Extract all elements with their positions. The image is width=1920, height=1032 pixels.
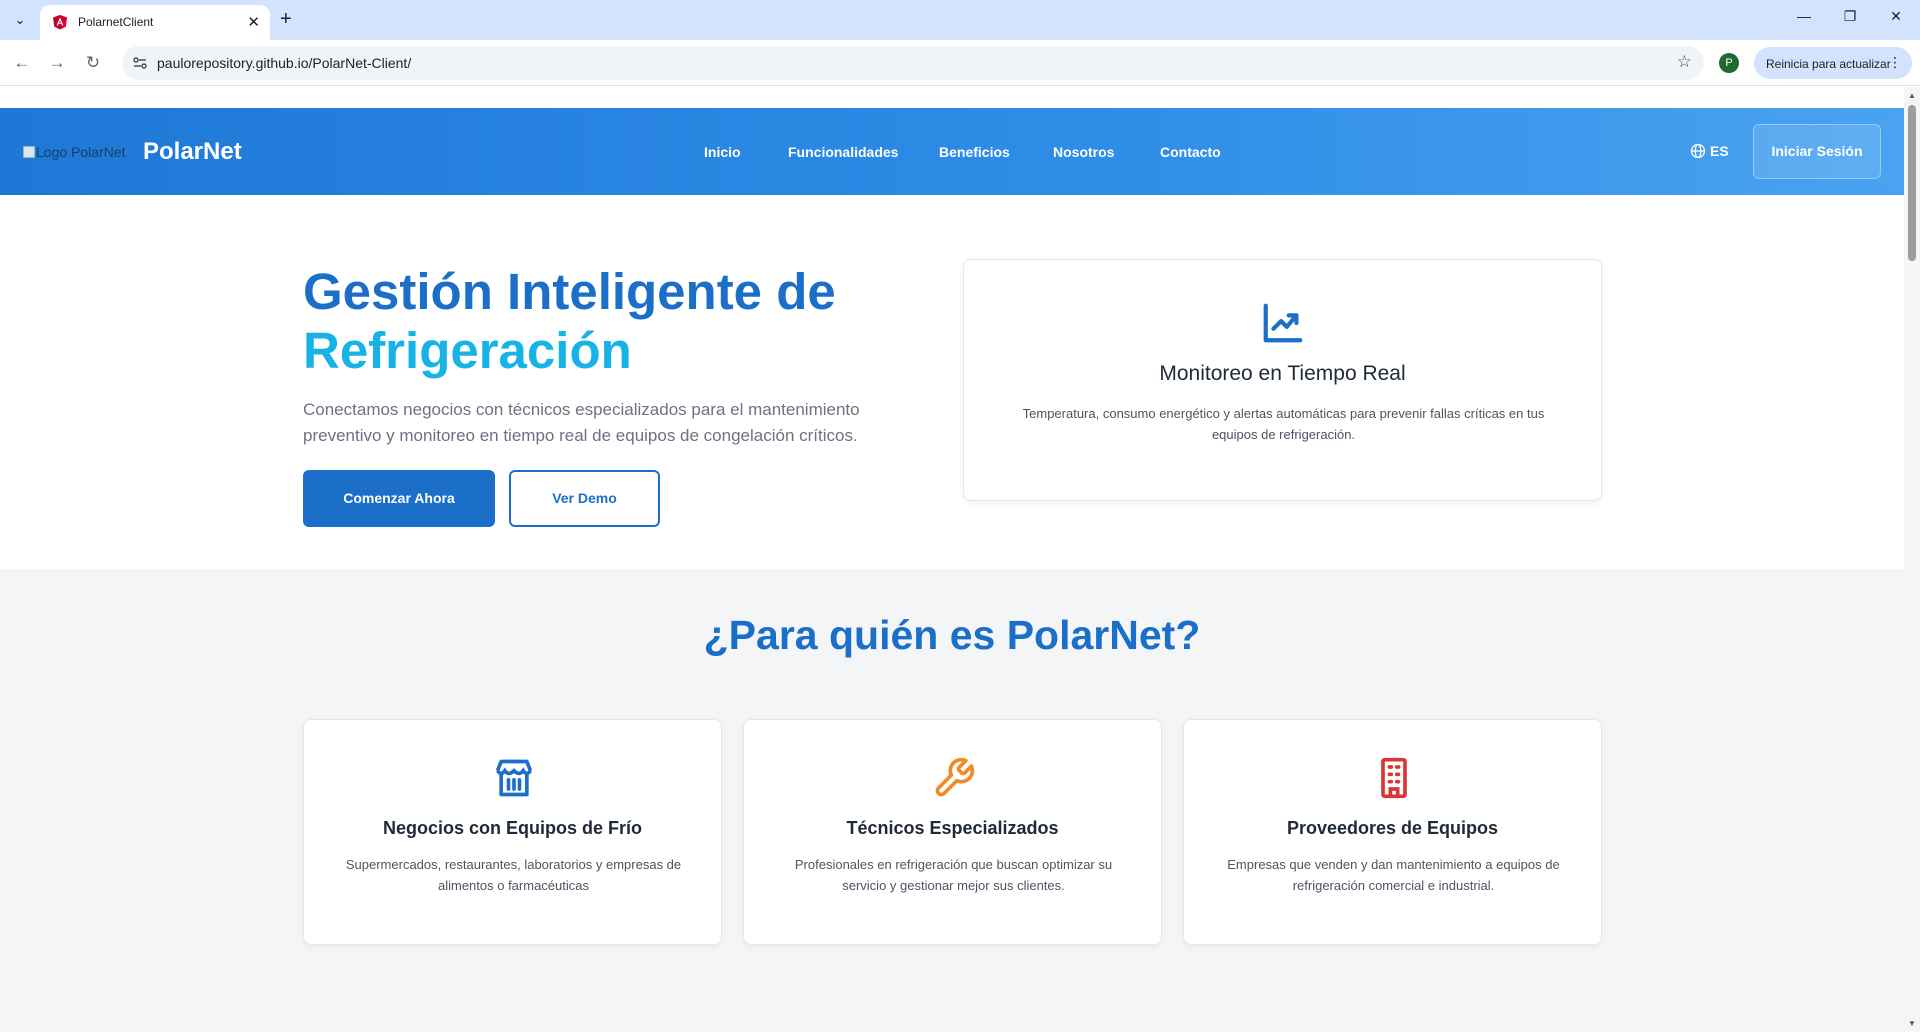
scroll-up-icon[interactable]: ▲	[1908, 91, 1916, 100]
nav-funcionalidades[interactable]: Funcionalidades	[788, 144, 898, 160]
login-button[interactable]: Iniciar Sesión	[1753, 124, 1881, 179]
audience-card-text: Profesionales en refrigeración que busca…	[794, 857, 1113, 893]
minimize-icon[interactable]: —	[1790, 8, 1818, 24]
site-header: Logo PolarNet PolarNet Inicio Funcionali…	[0, 108, 1904, 195]
tab-close-icon[interactable]: ✕	[247, 13, 260, 31]
browser-tab[interactable]: PolarnetClient ✕	[40, 5, 270, 40]
brand-name[interactable]: PolarNet	[143, 138, 242, 166]
page-viewport: Logo PolarNet PolarNet Inicio Funcionali…	[0, 87, 1904, 1032]
view-demo-button[interactable]: Ver Demo	[509, 470, 660, 527]
audience-card-title: Técnicos Especializados	[846, 818, 1059, 838]
monitoring-card: Monitoreo en Tiempo Real Temperatura, co…	[963, 259, 1602, 501]
audience-title: ¿Para quién es PolarNet?	[703, 612, 1201, 658]
more-menu-icon[interactable]: ⋮	[1888, 54, 1902, 71]
address-bar[interactable]: paulorepository.github.io/PolarNet-Clien…	[122, 46, 1704, 80]
reload-icon[interactable]: ↻	[81, 51, 105, 75]
audience-card-providers: Proveedores de Equipos Empresas que vend…	[1183, 719, 1602, 945]
audience-card-business: Negocios con Equipos de Frío Supermercad…	[303, 719, 722, 945]
nav-beneficios[interactable]: Beneficios	[939, 144, 1010, 160]
new-tab-icon[interactable]: +	[280, 7, 292, 31]
building-icon	[1381, 757, 1407, 799]
profile-avatar[interactable]: P	[1719, 53, 1739, 73]
store-icon	[495, 759, 533, 797]
monitoring-card-text: Temperatura, consumo energético y alerta…	[1022, 406, 1545, 442]
audience-section: ¿Para quién es PolarNet? Negocios con Eq…	[0, 569, 1904, 1032]
nav-inicio[interactable]: Inicio	[704, 144, 741, 160]
audience-card-title: Proveedores de Equipos	[1286, 818, 1499, 838]
logo-image[interactable]: Logo PolarNet	[23, 144, 126, 160]
hero-title-line2: Refrigeración	[303, 322, 632, 379]
url-text[interactable]: paulorepository.github.io/PolarNet-Clien…	[157, 55, 411, 71]
language-label: ES	[1710, 143, 1729, 159]
start-now-button[interactable]: Comenzar Ahora	[303, 470, 495, 527]
window-close-icon[interactable]: ✕	[1882, 8, 1910, 25]
browser-toolbar: ← → ↻ paulorepository.github.io/PolarNet…	[0, 40, 1920, 86]
scrollbar-thumb[interactable]	[1908, 105, 1916, 261]
trending-up-icon	[1263, 303, 1303, 343]
page-scrollbar[interactable]: ▲ ▼	[1904, 87, 1920, 1032]
tab-title: PolarnetClient	[78, 15, 154, 29]
restore-icon[interactable]: ❐	[1836, 8, 1864, 25]
globe-icon	[1690, 143, 1706, 159]
hero-title: Gestión Inteligente de Refrigeración	[303, 262, 836, 380]
back-icon[interactable]: ←	[10, 51, 34, 75]
monitoring-card-title: Monitoreo en Tiempo Real	[1159, 362, 1406, 385]
update-button[interactable]: Reinicia para actualizar ⋮	[1754, 47, 1912, 79]
site-info-icon[interactable]	[132, 55, 148, 71]
tab-search-chevron-icon[interactable]: ⌄	[8, 8, 32, 32]
language-selector[interactable]: ES	[1690, 143, 1729, 159]
audience-card-title: Negocios con Equipos de Frío	[382, 818, 643, 838]
wrench-icon	[935, 757, 975, 797]
audience-card-text: Supermercados, restaurantes, laboratorio…	[345, 857, 682, 893]
hero-title-line1: Gestión Inteligente de	[303, 263, 836, 320]
scroll-down-icon[interactable]: ▼	[1908, 1019, 1916, 1028]
update-button-label: Reinicia para actualizar	[1766, 57, 1891, 71]
audience-card-technicians: Técnicos Especializados Profesionales en…	[743, 719, 1162, 945]
nav-nosotros[interactable]: Nosotros	[1053, 144, 1114, 160]
nav-contacto[interactable]: Contacto	[1160, 144, 1221, 160]
browser-tab-bar: ⌄ PolarnetClient ✕ + — ❐ ✕	[0, 0, 1920, 40]
angular-favicon-icon	[53, 15, 67, 30]
audience-card-text: Empresas que venden y dan mantenimiento …	[1227, 857, 1560, 893]
bookmark-star-icon[interactable]: ☆	[1677, 52, 1692, 72]
forward-icon[interactable]: →	[45, 51, 69, 75]
hero-subtitle: Conectamos negocios con técnicos especia…	[303, 400, 860, 445]
